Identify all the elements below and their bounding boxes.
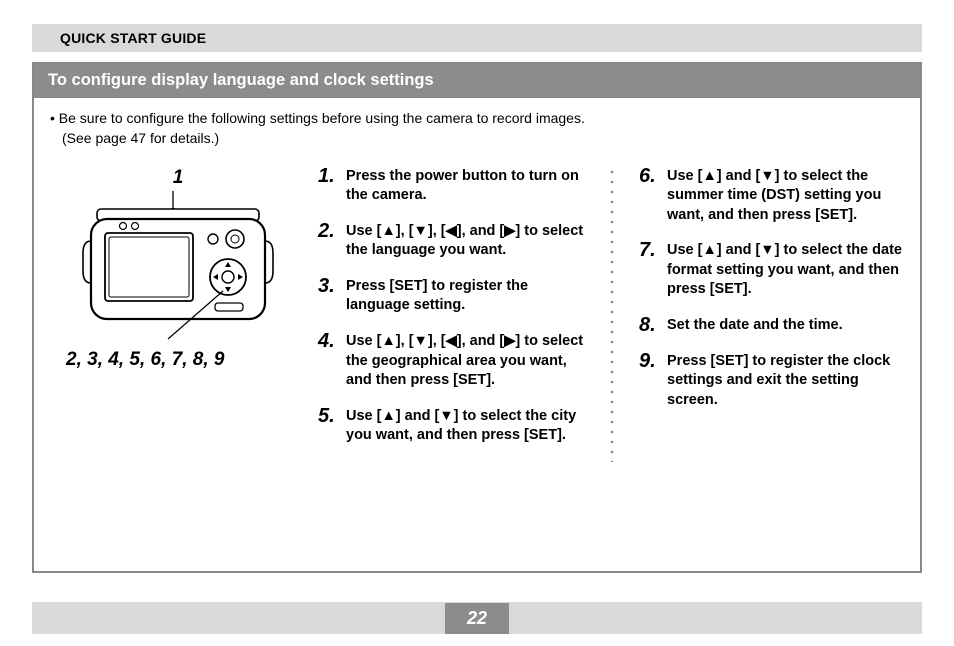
footer-bar: 22 bbox=[32, 602, 922, 634]
page-number: 22 bbox=[445, 603, 509, 634]
steps-right-col: Use [▲] and [▼] to select the summer tim… bbox=[639, 167, 906, 462]
steps-list-1: Press the power button to turn on the ca… bbox=[318, 167, 585, 446]
step-4: Use [▲], [▼], [◀], and [▶] to select the… bbox=[318, 332, 585, 391]
step-9: Press [SET] to register the clock settin… bbox=[639, 352, 906, 411]
figure-label-bottom: 2, 3, 4, 5, 6, 7, 8, 9 bbox=[48, 349, 308, 371]
step-3: Press [SET] to register the language set… bbox=[318, 277, 585, 316]
step-8: Set the date and the time. bbox=[639, 316, 906, 336]
section-title: To configure display language and clock … bbox=[34, 64, 920, 98]
dotted-divider bbox=[609, 167, 615, 462]
chapter-header: QUICK START GUIDE bbox=[32, 24, 922, 52]
note-line-2: (See page 47 for details.) bbox=[50, 128, 904, 148]
step-1: Press the power button to turn on the ca… bbox=[318, 167, 585, 206]
steps-left-col: Press the power button to turn on the ca… bbox=[318, 167, 585, 462]
step-7: Use [▲] and [▼] to select the date forma… bbox=[639, 241, 906, 300]
section-body: 1 bbox=[34, 151, 920, 571]
step-6: Use [▲] and [▼] to select the summer tim… bbox=[639, 167, 906, 226]
section-note: • Be sure to configure the following set… bbox=[34, 98, 920, 151]
camera-figure: 1 bbox=[48, 167, 308, 371]
step-2: Use [▲], [▼], [◀], and [▶] to select the… bbox=[318, 222, 585, 261]
figure-column: 1 bbox=[48, 157, 318, 549]
steps-list-2: Use [▲] and [▼] to select the summer tim… bbox=[639, 167, 906, 411]
page-root: QUICK START GUIDE To configure display l… bbox=[0, 0, 954, 646]
step-5: Use [▲] and [▼] to select the city you w… bbox=[318, 407, 585, 446]
main-panel: To configure display language and clock … bbox=[32, 62, 922, 573]
figure-label-top: 1 bbox=[48, 167, 308, 189]
steps-columns: Press the power button to turn on the ca… bbox=[318, 157, 906, 549]
camera-illustration bbox=[73, 191, 283, 341]
note-line-1: • Be sure to configure the following set… bbox=[50, 108, 904, 128]
